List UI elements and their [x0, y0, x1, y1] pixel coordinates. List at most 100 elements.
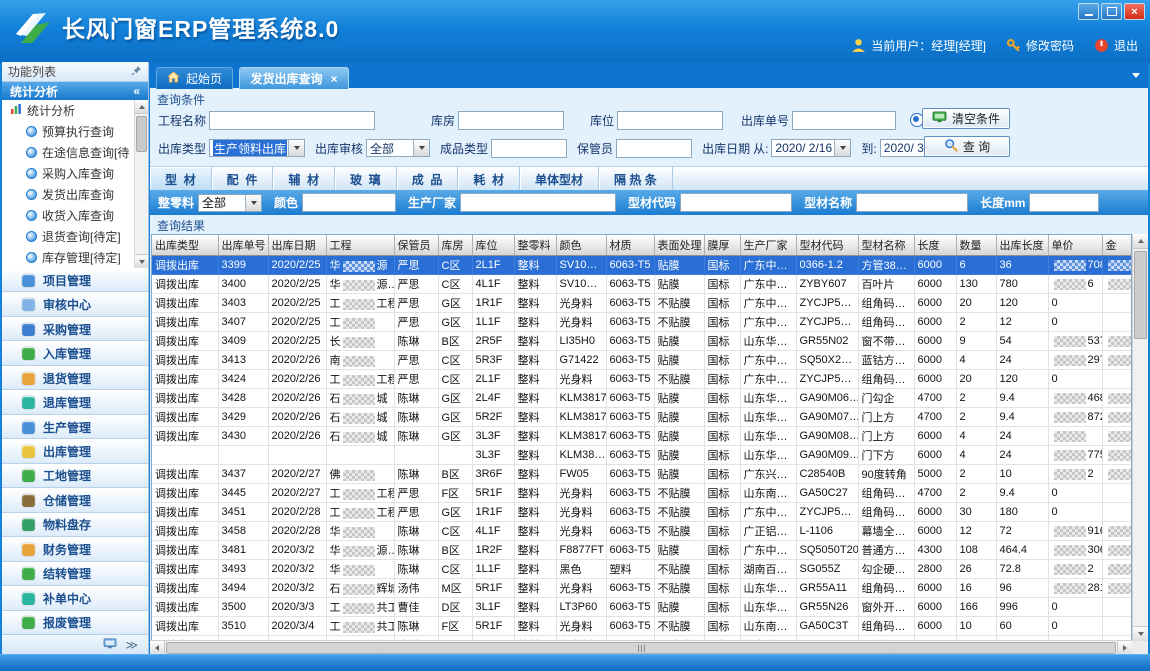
sidebar-tree-item[interactable]: 退货查询[待定]	[2, 226, 148, 247]
column-header[interactable]: 单价	[1048, 235, 1102, 256]
sidebar-tree-item[interactable]: 发货出库查询	[2, 184, 148, 205]
horizontal-scroll-thumb[interactable]	[166, 642, 1116, 654]
column-header[interactable]: 出库日期	[268, 235, 326, 256]
material-tab[interactable]: 型 材	[150, 167, 212, 191]
sidebar-menu-item[interactable]: 采购管理	[2, 317, 148, 341]
tree-scroll-up-icon[interactable]	[135, 100, 148, 114]
tree-root-stats[interactable]: 统计分析	[2, 100, 148, 121]
column-header[interactable]: 整零料	[514, 235, 556, 256]
clear-conditions-button[interactable]: 清空条件	[922, 108, 1010, 129]
sidebar-menu-item[interactable]: 入库管理	[2, 341, 148, 365]
location-input[interactable]	[617, 111, 723, 130]
manufacturer-input[interactable]	[460, 193, 616, 212]
material-tab[interactable]: 玻 璃	[335, 167, 397, 191]
monitor-icon[interactable]	[103, 638, 117, 653]
material-tab[interactable]: 配 件	[212, 167, 274, 191]
column-header[interactable]: 出库长度	[996, 235, 1048, 256]
material-tab[interactable]: 成 品	[397, 167, 459, 191]
tree-scroll-down-icon[interactable]	[135, 254, 148, 268]
out-type-select[interactable]: 生产领料出库	[209, 139, 305, 157]
table-row[interactable]: 调拨出库33992020/2/25华源严思C区2L1F整料SV10…6063-T…	[152, 256, 1132, 275]
table-row[interactable]: 调拨出库34242020/2/26工工程严思C区2L1F整料光身料6063-T5…	[152, 370, 1132, 389]
color-input[interactable]	[302, 193, 396, 212]
table-row[interactable]: 3L3F整料KLM38…6063-T5贴膜国标山东华…GA90M09…门下方60…	[152, 446, 1132, 465]
audit-dropdown-icon[interactable]	[413, 140, 429, 156]
table-row[interactable]: 调拨出库34942020/3/2石辉城汤伟M区5R1F整料光身料6063-T5不…	[152, 579, 1132, 598]
column-header[interactable]: 生产厂家	[740, 235, 796, 256]
table-row[interactable]: 调拨出库34282020/2/26石城陈琳G区2L4F整料KLM38176063…	[152, 389, 1132, 408]
vertical-scroll-thumb[interactable]	[1134, 251, 1147, 339]
chevrons-icon[interactable]: ≫	[125, 638, 138, 652]
date-from-picker[interactable]: 2020/ 2/16	[771, 139, 851, 157]
stats-section-header[interactable]: 统计分析 «	[2, 82, 148, 100]
minimize-button[interactable]	[1078, 3, 1099, 20]
horizontal-scrollbar[interactable]	[150, 640, 1132, 655]
whole-piece-select[interactable]: 全部	[198, 194, 262, 212]
sidebar-tree-item[interactable]: 收货入库查询	[2, 205, 148, 226]
tree-scrollbar[interactable]	[134, 100, 148, 268]
column-header[interactable]: 颜色	[556, 235, 606, 256]
table-row[interactable]: 调拨出库34032020/2/25工工程严思G区1R1F整料光身料6063-T5…	[152, 294, 1132, 313]
column-header[interactable]: 金	[1102, 235, 1132, 256]
column-header[interactable]: 型材代码	[796, 235, 858, 256]
material-tab[interactable]: 单体型材	[520, 167, 599, 191]
material-tab[interactable]: 辅 材	[273, 167, 335, 191]
column-header[interactable]: 表面处理	[654, 235, 704, 256]
scroll-up-icon[interactable]	[1133, 234, 1148, 249]
sidebar-menu-item[interactable]: 报废管理	[2, 611, 148, 635]
profile-name-input[interactable]	[856, 193, 968, 212]
profile-code-input[interactable]	[680, 193, 792, 212]
logout-link[interactable]: 退出	[1114, 37, 1138, 54]
scroll-left-icon[interactable]	[150, 641, 165, 655]
sidebar-menu-item[interactable]: 财务管理	[2, 537, 148, 561]
table-row[interactable]: 调拨出库34812020/3/2华源…陈琳B区1R2F整料F8877FT6063…	[152, 541, 1132, 560]
sidebar-menu-item[interactable]: 补单中心	[2, 586, 148, 610]
table-row[interactable]: 调拨出库34132020/2/26南严思C区5R3F整料G714226063-T…	[152, 351, 1132, 370]
collapse-icon[interactable]: «	[133, 84, 140, 98]
close-button[interactable]: ×	[1124, 3, 1145, 20]
table-row[interactable]: 调拨出库34932020/3/2华陈琳C区1L1F整料黑色塑料不贴膜国标湖南百……	[152, 560, 1132, 579]
sidebar-menu-item[interactable]: 项目管理	[2, 268, 148, 292]
search-button[interactable]: 查 询	[924, 136, 1010, 157]
pin-icon[interactable]	[131, 65, 142, 79]
sidebar-tree-item[interactable]: 采购入库查询	[2, 163, 148, 184]
table-row[interactable]: 调拨出库34372020/2/27佛陈琳B区3R6F整料FW056063-T5贴…	[152, 465, 1132, 484]
project-name-input[interactable]	[209, 111, 375, 130]
vertical-scrollbar[interactable]	[1132, 234, 1148, 641]
sidebar-menu-item[interactable]: 结转管理	[2, 562, 148, 586]
table-row[interactable]: 调拨出库34002020/2/25华源…严思C区4L1F整料SV10…6063-…	[152, 275, 1132, 294]
column-header[interactable]: 膜厚	[704, 235, 740, 256]
change-password-link[interactable]: 修改密码	[1026, 37, 1074, 54]
maximize-button[interactable]	[1101, 3, 1122, 20]
tab-close-icon[interactable]: ×	[330, 72, 337, 86]
tab-shipment-query[interactable]: 发货出库查询 ×	[239, 67, 348, 89]
order-no-input[interactable]	[792, 111, 896, 130]
table-row[interactable]: 调拨出库35102020/3/4工共工程陈琳F区5R1F整料光身料6063-T5…	[152, 617, 1132, 636]
sidebar-tree-item[interactable]: 预算执行查询	[2, 121, 148, 142]
table-row[interactable]: 调拨出库34302020/2/26石城陈琳G区3L3F整料KLM38176063…	[152, 427, 1132, 446]
column-header[interactable]: 库房	[438, 235, 472, 256]
column-header[interactable]: 数量	[956, 235, 996, 256]
column-header[interactable]: 库位	[472, 235, 514, 256]
sidebar-menu-item[interactable]: 工地管理	[2, 464, 148, 488]
table-row[interactable]: 调拨出库34452020/2/27工工程严思F区5R1F整料光身料6063-T5…	[152, 484, 1132, 503]
sidebar-menu-item[interactable]: 退货管理	[2, 366, 148, 390]
material-tab[interactable]: 隔 热 条	[599, 167, 673, 191]
table-row[interactable]: 调拨出库35002020/3/3工共工程曹佳D区3L1F整料LT3P606063…	[152, 598, 1132, 617]
material-tab[interactable]: 耗 材	[458, 167, 520, 191]
sidebar-menu-item[interactable]: 生产管理	[2, 415, 148, 439]
table-row[interactable]: 调拨出库34092020/2/25长陈琳B区2R5F整料LI35H06063-T…	[152, 332, 1132, 351]
date-from-dropdown-icon[interactable]	[834, 140, 850, 156]
sidebar-tree-item[interactable]: 在途信息查询[待	[2, 142, 148, 163]
table-row[interactable]: 调拨出库34512020/2/28工工程严思G区1R1F整料光身料6063-T5…	[152, 503, 1132, 522]
column-header[interactable]: 工程	[326, 235, 394, 256]
scroll-right-icon[interactable]	[1117, 641, 1132, 655]
sidebar-menu-item[interactable]: 出库管理	[2, 439, 148, 463]
column-header[interactable]: 材质	[606, 235, 654, 256]
tree-scroll-thumb[interactable]	[136, 116, 147, 152]
column-header[interactable]: 出库类型	[152, 235, 218, 256]
whole-piece-dropdown-icon[interactable]	[245, 195, 261, 211]
product-type-input[interactable]	[491, 139, 567, 158]
sidebar-menu-item[interactable]: 仓储管理	[2, 488, 148, 512]
out-type-dropdown-icon[interactable]	[288, 140, 304, 156]
